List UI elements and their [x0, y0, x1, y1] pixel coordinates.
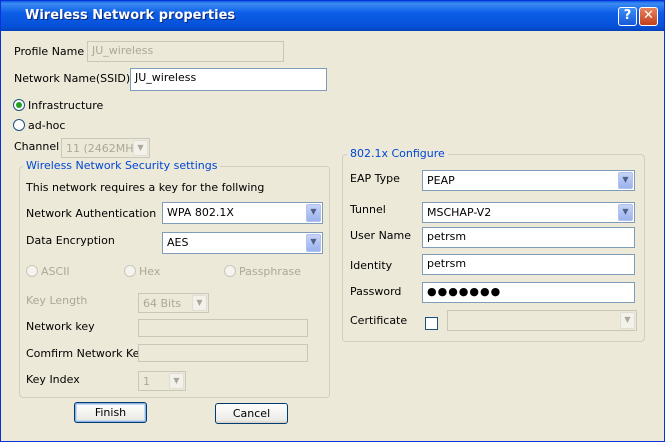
adhoc-label: ad-hoc — [28, 119, 66, 132]
key-index-label: Key Index — [26, 373, 80, 386]
auth-label: Network Authentication — [26, 207, 157, 220]
close-icon: ✕ — [643, 8, 654, 23]
tunnel-label: Tunnel — [350, 203, 386, 216]
key-length-select: 64 Bits ▼ — [138, 293, 209, 313]
network-key-field — [138, 319, 308, 337]
help-button[interactable]: ? — [618, 7, 637, 26]
encryption-value: AES — [167, 236, 189, 249]
channel-value: 11 (2462MHz) — [66, 142, 144, 155]
chevron-down-icon[interactable]: ▼ — [306, 204, 321, 222]
profile-name-label: Profile Name — [14, 45, 85, 58]
encryption-select[interactable]: AES ▼ — [162, 232, 323, 254]
cancel-button[interactable]: Cancel — [215, 403, 288, 424]
tunnel-value: MSCHAP-V2 — [427, 206, 492, 219]
channel-label: Channel — [14, 140, 60, 153]
dot1x-legend: 802.1x Configure — [347, 147, 448, 160]
window-title: Wireless Network properties — [25, 8, 236, 23]
finish-button[interactable]: Finish — [74, 402, 147, 423]
adhoc-radio[interactable] — [13, 119, 25, 131]
auth-value: WPA 802.1X — [167, 206, 234, 219]
passphrase-radio — [224, 265, 236, 277]
security-group — [19, 166, 330, 398]
network-key-label: Network key — [26, 320, 95, 333]
auth-select[interactable]: WPA 802.1X ▼ — [162, 202, 323, 224]
confirm-key-label: Comfirm Network Key — [26, 347, 146, 360]
key-index-select: 1 ▼ — [138, 371, 186, 391]
infrastructure-label: Infrastructure — [28, 99, 104, 112]
security-legend: Wireless Network Security settings — [23, 159, 221, 172]
chevron-down-icon[interactable]: ▼ — [618, 172, 633, 189]
eap-type-label: EAP Type — [350, 172, 400, 185]
chevron-down-icon[interactable]: ▼ — [618, 204, 633, 221]
certificate-label: Certificate — [350, 314, 408, 327]
chevron-down-icon: ▼ — [620, 312, 635, 329]
identity-input[interactable]: petrsm — [422, 254, 635, 275]
title-bar[interactable]: Wireless Network properties ? ✕ — [1, 1, 664, 31]
chevron-down-icon: ▼ — [169, 373, 184, 389]
eap-type-select[interactable]: PEAP ▼ — [422, 170, 635, 191]
close-button[interactable]: ✕ — [639, 7, 658, 26]
properties-window: Wireless Network properties ? ✕ Profile … — [0, 0, 665, 442]
certificate-checkbox[interactable] — [425, 317, 438, 330]
password-input[interactable]: ●●●●●●● — [422, 282, 635, 303]
hex-radio — [124, 265, 136, 277]
chevron-down-icon[interactable]: ▼ — [306, 234, 321, 252]
hex-label: Hex — [139, 265, 161, 278]
confirm-key-field — [138, 344, 308, 362]
key-index-value: 1 — [143, 375, 150, 388]
key-length-value: 64 Bits — [143, 297, 182, 310]
ssid-input[interactable]: JU_wireless — [130, 68, 327, 91]
profile-name-field: JU_wireless — [87, 41, 284, 62]
security-note: This network requires a key for the foll… — [26, 181, 265, 194]
chevron-down-icon: ▼ — [133, 140, 148, 156]
chevron-down-icon: ▼ — [192, 295, 207, 311]
channel-select: 11 (2462MHz) ▼ — [61, 138, 150, 158]
key-length-label: Key Length — [26, 294, 88, 307]
user-name-input[interactable]: petrsm — [422, 227, 635, 248]
tunnel-select[interactable]: MSCHAP-V2 ▼ — [422, 202, 635, 223]
ascii-label: ASCII — [41, 265, 70, 278]
identity-label: Identity — [350, 259, 393, 272]
password-label: Password — [350, 285, 402, 298]
eap-type-value: PEAP — [427, 174, 455, 187]
encryption-label: Data Encryption — [26, 234, 115, 247]
ascii-radio — [26, 265, 38, 277]
ssid-label: Network Name(SSID) — [14, 72, 131, 85]
user-name-label: User Name — [350, 229, 412, 242]
certificate-select: ▼ — [447, 310, 637, 331]
infrastructure-radio[interactable] — [13, 99, 25, 111]
help-icon: ? — [623, 8, 632, 23]
passphrase-label: Passphrase — [239, 265, 302, 278]
